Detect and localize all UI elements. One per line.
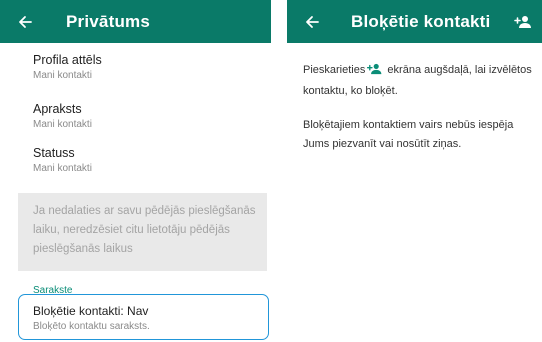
blocked-contacts-body: Pieskarieties ekrāna augšdaļā, lai izvēl… xyxy=(287,43,542,154)
status-value: Mani kontakti xyxy=(33,163,92,174)
blocked-note: Bloķētajiem kontaktiem vairs nebūs iespē… xyxy=(303,119,514,150)
profile-photo-value: Mani kontakti xyxy=(33,70,92,81)
about-label: Apraksts xyxy=(33,102,82,116)
privacy-screen: Privātums Profila attēls Mani kontakti A… xyxy=(0,0,271,342)
privacy-title: Privātums xyxy=(66,11,151,31)
blocked-contacts-screen: Bloķētie kontakti Pieskarieties ekrāna a… xyxy=(287,0,542,342)
back-arrow-icon[interactable] xyxy=(301,11,323,33)
blocked-contacts-value: Bloķēto kontaktu saraksts. xyxy=(33,321,150,332)
person-add-icon[interactable] xyxy=(512,11,534,33)
blocked-contacts-label: Bloķētie kontakti: Nav xyxy=(33,304,149,318)
blocked-instruction: Pieskarieties ekrāna augšdaļā, lai izvēl… xyxy=(303,61,538,101)
status-setting[interactable]: Statuss Mani kontakti xyxy=(0,139,271,185)
about-value: Mani kontakti xyxy=(33,119,92,130)
person-add-icon xyxy=(366,63,383,82)
blocked-app-bar: Bloķētie kontakti xyxy=(287,0,542,43)
profile-photo-label: Profila attēls xyxy=(33,53,102,67)
about-setting[interactable]: Apraksts Mani kontakti xyxy=(0,93,271,139)
privacy-app-bar: Privātums xyxy=(0,0,271,43)
status-label: Statuss xyxy=(33,146,75,160)
blocked-contacts-setting[interactable]: Bloķētie kontakti: Nav Bloķēto kontaktu … xyxy=(18,294,269,340)
blocked-contacts-title: Bloķētie kontakti xyxy=(351,11,491,31)
last-seen-info-text: Ja nedalaties ar savu pēdējās pieslēgšan… xyxy=(33,205,256,255)
last-seen-info-box: Ja nedalaties ar savu pēdējās pieslēgšan… xyxy=(18,193,267,271)
profile-photo-setting[interactable]: Profila attēls Mani kontakti xyxy=(0,43,271,93)
back-arrow-icon[interactable] xyxy=(14,11,36,33)
instruction-text-start: Pieskarieties xyxy=(303,64,366,76)
